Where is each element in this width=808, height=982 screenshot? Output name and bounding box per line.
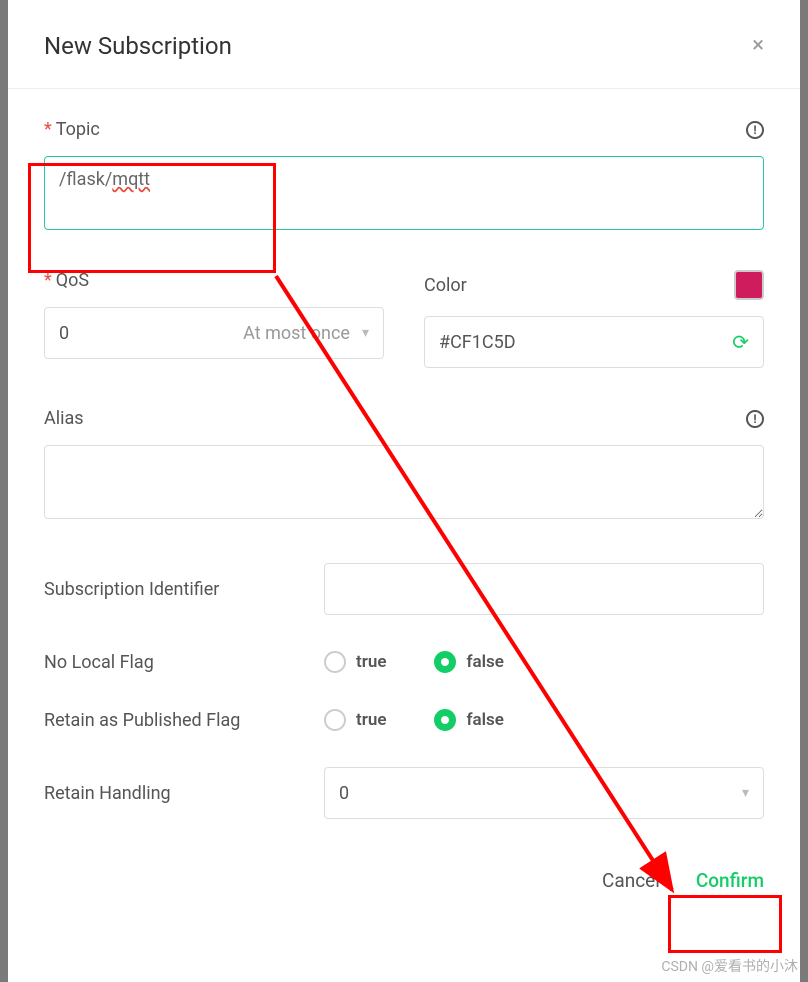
dialog-body: *Topic ! /flask/mqtt *QoS 0 At most once… bbox=[8, 89, 800, 857]
retain-handling-value: 0 bbox=[339, 783, 349, 804]
radio-true-label: true bbox=[356, 652, 386, 672]
sub-id-row: Subscription Identifier bbox=[44, 563, 764, 615]
retain-pub-false[interactable]: false bbox=[434, 709, 503, 731]
color-value: #CF1C5D bbox=[439, 332, 516, 353]
sub-id-input[interactable] bbox=[324, 563, 764, 615]
no-local-true[interactable]: true bbox=[324, 651, 386, 673]
radio-icon bbox=[324, 709, 346, 731]
topic-label: Topic bbox=[56, 119, 100, 140]
retain-pub-row: Retain as Published Flag true false bbox=[44, 709, 764, 731]
qos-color-row: *QoS 0 At most once ▾ Color #CF1C5D bbox=[44, 270, 764, 368]
qos-label-row: *QoS bbox=[44, 270, 384, 291]
info-icon[interactable]: ! bbox=[746, 410, 764, 428]
topic-label-row: *Topic ! bbox=[44, 119, 764, 140]
no-local-label: No Local Flag bbox=[44, 652, 324, 673]
retain-handling-label: Retain Handling bbox=[44, 783, 324, 804]
qos-hint: At most once bbox=[243, 323, 350, 344]
watermark: CSDN @爱看书的小沐 bbox=[661, 956, 798, 976]
cancel-button[interactable]: Cancel bbox=[602, 869, 660, 892]
alias-input[interactable] bbox=[44, 445, 764, 519]
radio-icon-checked bbox=[434, 709, 456, 731]
qos-label: QoS bbox=[56, 270, 89, 291]
dialog-title: New Subscription bbox=[44, 32, 232, 60]
retain-handling-row: Retain Handling 0 ▾ bbox=[44, 767, 764, 819]
dialog-footer: Cancel Confirm bbox=[8, 857, 800, 910]
chevron-down-icon: ▾ bbox=[362, 325, 369, 341]
close-icon[interactable]: × bbox=[752, 35, 764, 57]
sub-id-label: Subscription Identifier bbox=[44, 579, 324, 600]
qos-value: 0 bbox=[59, 323, 69, 344]
topic-row: *Topic ! /flask/mqtt bbox=[44, 119, 764, 230]
radio-true-label: true bbox=[356, 710, 386, 730]
retain-pub-label: Retain as Published Flag bbox=[44, 710, 324, 731]
topic-value-spell: mqtt bbox=[112, 169, 150, 190]
radio-icon bbox=[324, 651, 346, 673]
qos-col: *QoS 0 At most once ▾ bbox=[44, 270, 384, 368]
topic-value-prefix: /flask/ bbox=[59, 169, 112, 190]
alias-label: Alias bbox=[44, 408, 84, 429]
no-local-false[interactable]: false bbox=[434, 651, 503, 673]
info-icon[interactable]: ! bbox=[746, 121, 764, 139]
alias-row: Alias ! bbox=[44, 408, 764, 523]
confirm-button[interactable]: Confirm bbox=[696, 869, 764, 892]
qos-select[interactable]: 0 At most once ▾ bbox=[44, 307, 384, 359]
retain-handling-select[interactable]: 0 ▾ bbox=[324, 767, 764, 819]
chevron-down-icon: ▾ bbox=[742, 785, 749, 801]
dialog-header: New Subscription × bbox=[8, 0, 800, 89]
color-label-row: Color bbox=[424, 270, 764, 300]
radio-icon-checked bbox=[434, 651, 456, 673]
no-local-radio-group: true false bbox=[324, 651, 504, 673]
no-local-row: No Local Flag true false bbox=[44, 651, 764, 673]
refresh-icon[interactable]: ⟳ bbox=[732, 330, 749, 354]
radio-false-label: false bbox=[466, 710, 503, 730]
retain-pub-true[interactable]: true bbox=[324, 709, 386, 731]
subscription-dialog: New Subscription × *Topic ! /flask/mqtt … bbox=[8, 0, 800, 982]
radio-false-label: false bbox=[466, 652, 503, 672]
topic-input[interactable]: /flask/mqtt bbox=[44, 156, 764, 230]
color-input[interactable]: #CF1C5D ⟳ bbox=[424, 316, 764, 368]
retain-pub-radio-group: true false bbox=[324, 709, 504, 731]
color-swatch[interactable] bbox=[734, 270, 764, 300]
color-col: Color #CF1C5D ⟳ bbox=[424, 270, 764, 368]
alias-label-row: Alias ! bbox=[44, 408, 764, 429]
color-label: Color bbox=[424, 275, 467, 296]
